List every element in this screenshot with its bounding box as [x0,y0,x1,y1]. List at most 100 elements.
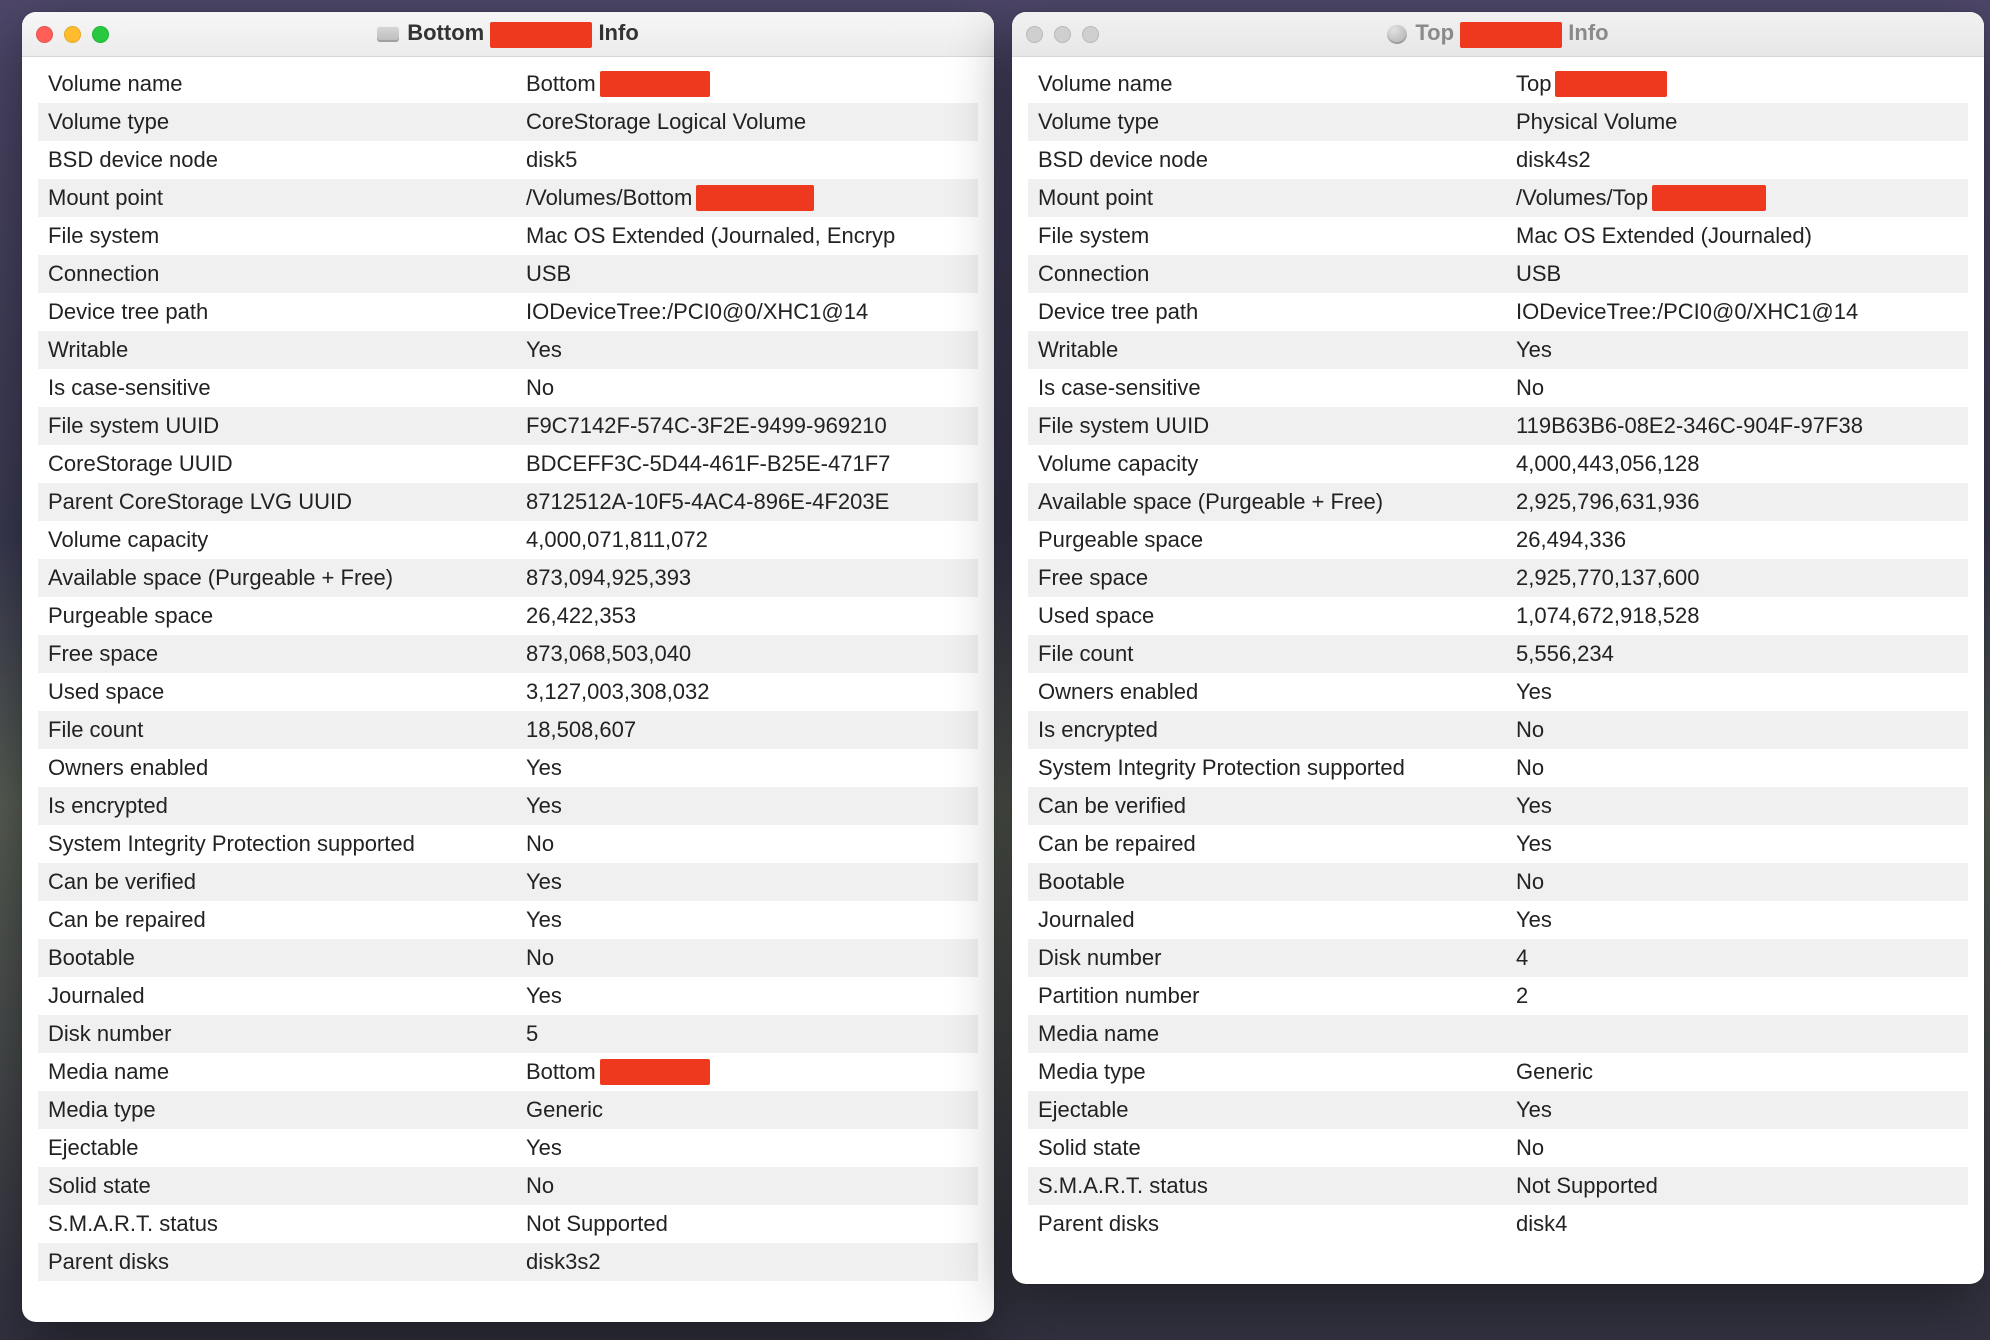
info-row: S.M.A.R.T. statusNot Supported [1028,1167,1968,1205]
info-value: 2 [1516,983,1958,1009]
info-value: Yes [1516,337,1958,363]
info-value: 119B63B6-08E2-346C-904F-97F38 [1516,413,1958,439]
info-row: Free space2,925,770,137,600 [1028,559,1968,597]
info-label: Device tree path [48,299,526,325]
info-row: Disk number5 [38,1015,978,1053]
close-button[interactable] [36,26,53,43]
info-row: Disk number4 [1028,939,1968,977]
info-value: No [1516,717,1958,743]
info-row: Solid stateNo [38,1167,978,1205]
info-label: Bootable [1038,869,1516,895]
info-label: Parent disks [1038,1211,1516,1237]
redaction [600,1059,710,1085]
info-row: Owners enabledYes [38,749,978,787]
info-row: BSD device nodedisk4s2 [1028,141,1968,179]
info-value: Yes [526,755,968,781]
titlebar[interactable]: Bottom Info [22,12,994,57]
info-value: Not Supported [526,1211,968,1237]
info-label: Purgeable space [1038,527,1516,553]
info-label: Available space (Purgeable + Free) [48,565,526,591]
info-value: IODeviceTree:/PCI0@0/XHC1@14 [526,299,968,325]
info-value: Yes [1516,1097,1958,1123]
zoom-button[interactable] [1082,26,1099,43]
info-value: disk3s2 [526,1249,968,1275]
info-row: BootableNo [1028,863,1968,901]
titlebar[interactable]: Top Info [1012,12,1984,57]
disk-icon [1387,24,1407,44]
info-window-top[interactable]: Top Info Volume nameTop Volume typePhysi… [1012,12,1984,1284]
info-label: Device tree path [1038,299,1516,325]
info-label: Can be verified [1038,793,1516,819]
info-value: CoreStorage Logical Volume [526,109,968,135]
info-value: 26,494,336 [1516,527,1958,553]
info-label: System Integrity Protection supported [48,831,526,857]
close-button[interactable] [1026,26,1043,43]
zoom-button[interactable] [92,26,109,43]
info-row: Free space873,068,503,040 [38,635,978,673]
info-label: Media type [1038,1059,1516,1085]
info-label: System Integrity Protection supported [1038,755,1516,781]
info-row: Purgeable space26,422,353 [38,597,978,635]
info-value: 18,508,607 [526,717,968,743]
redaction [1652,185,1766,211]
disk-icon [377,26,399,42]
title-suffix: Info [1562,20,1608,45]
redaction [490,22,592,48]
title-prefix: Bottom [407,20,490,45]
info-row: Is case-sensitiveNo [38,369,978,407]
info-row: Volume nameTop [1028,65,1968,103]
minimize-button[interactable] [64,26,81,43]
info-label: Can be repaired [1038,831,1516,857]
info-row: File count18,508,607 [38,711,978,749]
window-controls [1026,26,1099,43]
info-value: 873,094,925,393 [526,565,968,591]
info-row: Available space (Purgeable + Free)2,925,… [1028,483,1968,521]
info-row: Mount point/Volumes/Top [1028,179,1968,217]
info-value: 5 [526,1021,968,1047]
info-row: Owners enabledYes [1028,673,1968,711]
info-value: Bottom [526,1059,968,1085]
info-label: Is case-sensitive [1038,375,1516,401]
info-label: File system [48,223,526,249]
info-row: Can be verifiedYes [38,863,978,901]
info-row: Can be repairedYes [1028,825,1968,863]
info-value: /Volumes/Top [1516,185,1958,211]
info-window-bottom[interactable]: Bottom Info Volume nameBottom Volume typ… [22,12,994,1322]
info-row: Purgeable space26,494,336 [1028,521,1968,559]
info-row: File count5,556,234 [1028,635,1968,673]
info-row: Volume capacity4,000,443,056,128 [1028,445,1968,483]
info-value: Yes [526,907,968,933]
info-label: Owners enabled [1038,679,1516,705]
info-label: Parent disks [48,1249,526,1275]
info-label: Connection [1038,261,1516,287]
info-row: Used space1,074,672,918,528 [1028,597,1968,635]
info-value: No [526,1173,968,1199]
info-value: 4 [1516,945,1958,971]
info-label: File count [1038,641,1516,667]
info-value: Not Supported [1516,1173,1958,1199]
info-label: File system [1038,223,1516,249]
info-value: 4,000,443,056,128 [1516,451,1958,477]
info-label: File count [48,717,526,743]
info-value: 2,925,770,137,600 [1516,565,1958,591]
info-value: No [526,375,968,401]
info-value: No [526,831,968,857]
info-value: 26,422,353 [526,603,968,629]
window-title: Top Info [1012,20,1984,47]
info-row: Is encryptedYes [38,787,978,825]
info-row: Available space (Purgeable + Free)873,09… [38,559,978,597]
info-value: No [1516,375,1958,401]
info-label: Can be repaired [48,907,526,933]
info-row: WritableYes [1028,331,1968,369]
info-value: Yes [1516,679,1958,705]
minimize-button[interactable] [1054,26,1071,43]
info-label: Partition number [1038,983,1516,1009]
info-row: System Integrity Protection supportedNo [38,825,978,863]
info-label: Is case-sensitive [48,375,526,401]
info-value: No [1516,755,1958,781]
info-row: CoreStorage UUIDBDCEFF3C-5D44-461F-B25E-… [38,445,978,483]
info-row: Media typeGeneric [1028,1053,1968,1091]
info-row: Device tree pathIODeviceTree:/PCI0@0/XHC… [1028,293,1968,331]
info-row: File system UUID119B63B6-08E2-346C-904F-… [1028,407,1968,445]
info-row: System Integrity Protection supportedNo [1028,749,1968,787]
